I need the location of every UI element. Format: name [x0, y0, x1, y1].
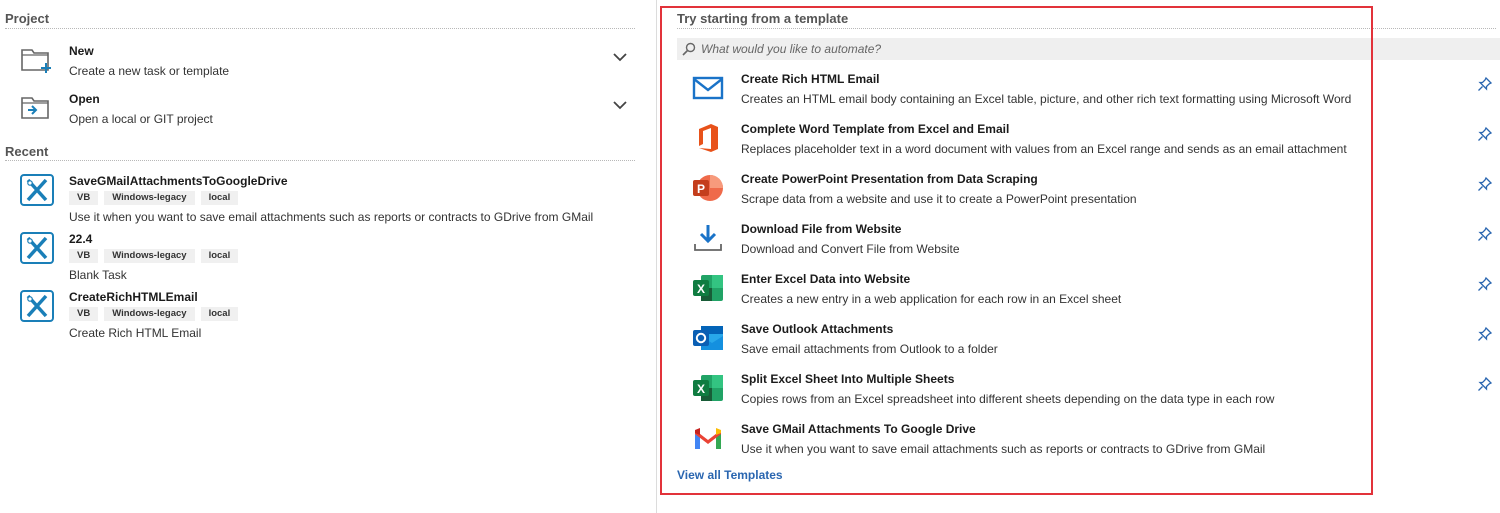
- template-title: Split Excel Sheet Into Multiple Sheets: [741, 372, 955, 386]
- open-folder-icon: [20, 94, 54, 124]
- template-description: Copies rows from an Excel spreadsheet in…: [741, 392, 1275, 406]
- pin-icon[interactable]: [1477, 226, 1493, 242]
- pin-icon[interactable]: [1477, 126, 1493, 142]
- studio-project-icon: [20, 290, 54, 322]
- outlook-icon: [691, 322, 725, 354]
- recent-item[interactable]: 22.4 VB Windows-legacy local Blank Task: [0, 232, 640, 290]
- template-description: Save email attachments from Outlook to a…: [741, 342, 998, 356]
- svg-text:X: X: [697, 282, 705, 296]
- svg-text:P: P: [697, 182, 705, 196]
- template-description: Scrape data from a website and use it to…: [741, 192, 1137, 206]
- recent-item-title: SaveGMailAttachmentsToGoogleDrive: [69, 174, 288, 188]
- template-item[interactable]: X Split Excel Sheet Into Multiple Sheets…: [677, 372, 1500, 418]
- location-tag: local: [200, 249, 239, 263]
- new-action[interactable]: New Create a new task or template: [0, 44, 640, 88]
- chevron-down-icon[interactable]: [612, 98, 628, 110]
- template-description: Replaces placeholder text in a word docu…: [741, 142, 1347, 156]
- template-title: Save GMail Attachments To Google Drive: [741, 422, 976, 436]
- template-title: Enter Excel Data into Website: [741, 272, 911, 286]
- pin-icon[interactable]: [1477, 376, 1493, 392]
- recent-item[interactable]: CreateRichHTMLEmail VB Windows-legacy lo…: [0, 290, 640, 348]
- tag-list: VB Windows-legacy local: [69, 249, 239, 263]
- panel-separator: [656, 0, 657, 513]
- office-icon: [691, 122, 725, 154]
- template-description: Download and Convert File from Website: [741, 242, 960, 256]
- template-item[interactable]: Save GMail Attachments To Google Drive U…: [677, 422, 1500, 468]
- recent-item-description: Create Rich HTML Email: [69, 326, 202, 340]
- pin-icon[interactable]: [1477, 76, 1493, 92]
- platform-tag: Windows-legacy: [104, 191, 195, 205]
- template-item[interactable]: Download File from Website Download and …: [677, 222, 1500, 268]
- search-icon: [682, 42, 696, 56]
- mail-icon: [691, 72, 725, 104]
- template-item[interactable]: P Create PowerPoint Presentation from Da…: [677, 172, 1500, 218]
- template-item[interactable]: Complete Word Template from Excel and Em…: [677, 122, 1500, 168]
- template-item[interactable]: X Enter Excel Data into Website Creates …: [677, 272, 1500, 318]
- chevron-down-icon[interactable]: [612, 50, 628, 62]
- view-all-templates-link[interactable]: View all Templates: [677, 468, 783, 482]
- tag-list: VB Windows-legacy local: [69, 191, 239, 205]
- open-title: Open: [69, 92, 100, 106]
- templates-header: Try starting from a template: [677, 11, 849, 26]
- open-description: Open a local or GIT project: [69, 112, 213, 126]
- recent-header: Recent: [5, 144, 49, 159]
- template-title: Complete Word Template from Excel and Em…: [741, 122, 1010, 136]
- excel-icon: X: [691, 272, 725, 304]
- recent-item[interactable]: SaveGMailAttachmentsToGoogleDrive VB Win…: [0, 174, 640, 232]
- templates-divider: [677, 28, 1496, 29]
- tag-list: VB Windows-legacy local: [69, 307, 239, 321]
- studio-project-icon: [20, 232, 54, 264]
- template-description: Use it when you want to save email attac…: [741, 442, 1266, 456]
- template-search-input[interactable]: [701, 40, 1481, 58]
- recent-item-title: 22.4: [69, 232, 93, 246]
- left-panel: Project New Create a new task or templat…: [0, 0, 640, 513]
- project-divider: [5, 28, 635, 29]
- template-title: Save Outlook Attachments: [741, 322, 894, 336]
- pin-icon[interactable]: [1477, 326, 1493, 342]
- recent-item-title: CreateRichHTMLEmail: [69, 290, 198, 304]
- gmail-icon: [691, 422, 725, 454]
- svg-text:X: X: [697, 382, 705, 396]
- platform-tag: Windows-legacy: [104, 307, 195, 321]
- pin-icon[interactable]: [1477, 276, 1493, 292]
- template-description: Creates a new entry in a web application…: [741, 292, 1122, 306]
- new-folder-icon: [20, 46, 54, 76]
- recent-item-description: Use it when you want to save email attac…: [69, 210, 594, 224]
- language-tag: VB: [69, 307, 99, 321]
- excel-icon: X: [691, 372, 725, 404]
- template-title: Create Rich HTML Email: [741, 72, 880, 86]
- location-tag: local: [200, 191, 239, 205]
- open-action[interactable]: Open Open a local or GIT project: [0, 92, 640, 136]
- template-search-bar[interactable]: [677, 38, 1500, 60]
- new-description: Create a new task or template: [69, 64, 230, 78]
- template-description: Creates an HTML email body containing an…: [741, 92, 1352, 106]
- template-item[interactable]: Save Outlook Attachments Save email atta…: [677, 322, 1500, 368]
- language-tag: VB: [69, 191, 99, 205]
- language-tag: VB: [69, 249, 99, 263]
- template-item[interactable]: Create Rich HTML Email Creates an HTML e…: [677, 72, 1500, 118]
- recent-item-description: Blank Task: [69, 268, 127, 282]
- project-header: Project: [5, 11, 50, 26]
- studio-project-icon: [20, 174, 54, 206]
- location-tag: local: [200, 307, 239, 321]
- powerpoint-icon: P: [691, 172, 725, 204]
- platform-tag: Windows-legacy: [104, 249, 195, 263]
- pin-icon[interactable]: [1477, 176, 1493, 192]
- template-title: Download File from Website: [741, 222, 902, 236]
- template-title: Create PowerPoint Presentation from Data…: [741, 172, 1038, 186]
- new-title: New: [69, 44, 94, 58]
- recent-divider: [5, 160, 635, 161]
- download-icon: [691, 222, 725, 254]
